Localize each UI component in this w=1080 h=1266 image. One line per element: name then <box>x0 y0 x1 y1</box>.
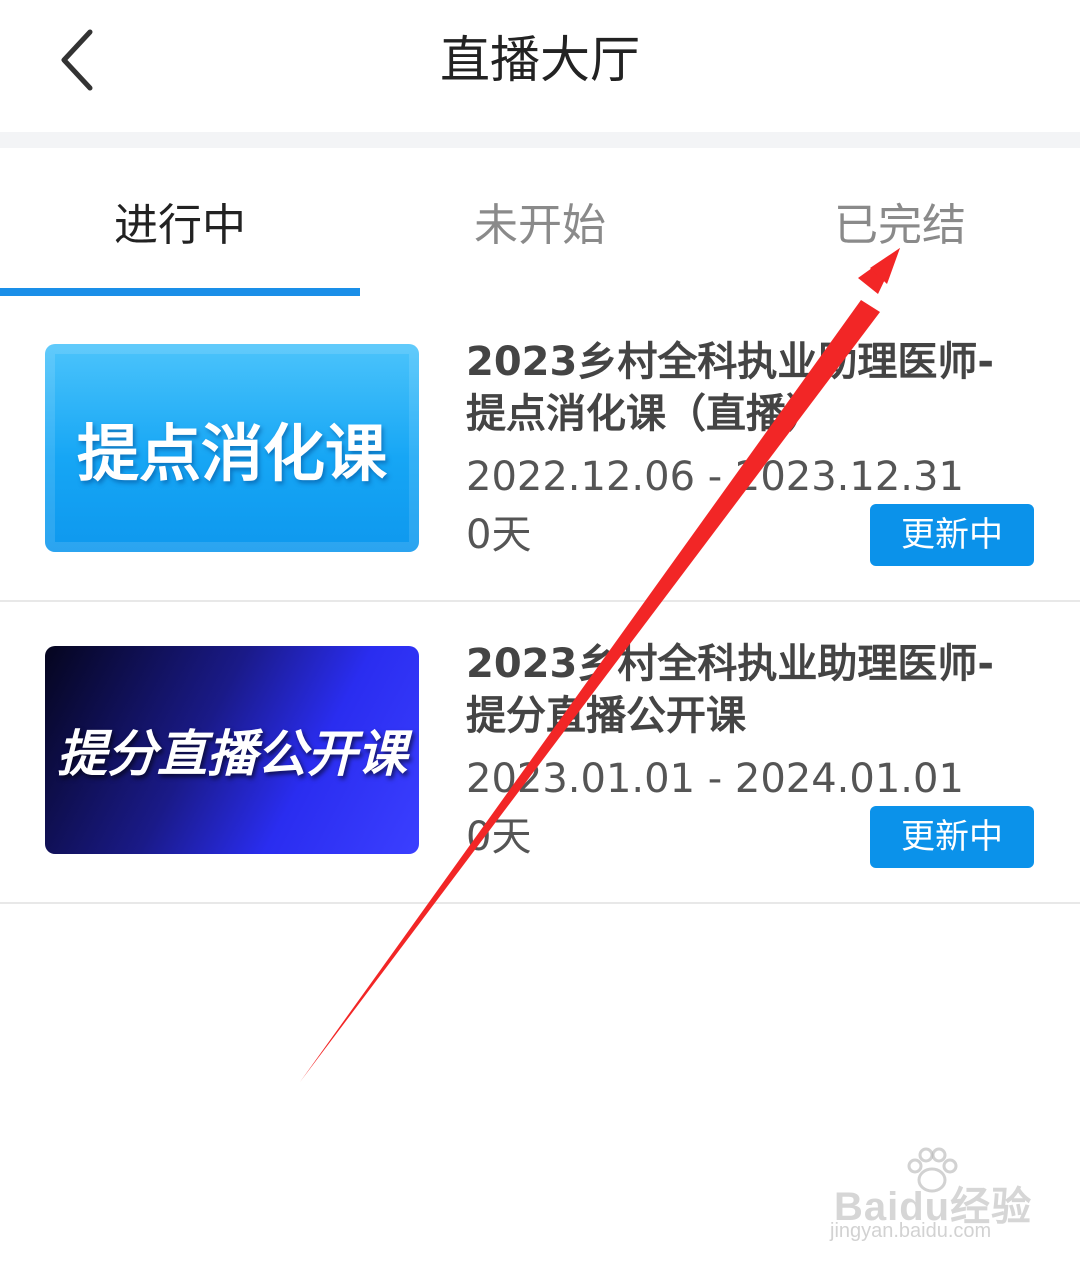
status-badge[interactable]: 更新中 <box>870 806 1034 868</box>
course-days: 0天 <box>466 814 532 860</box>
course-thumbnail: 提点消化课 <box>45 344 419 552</box>
page-title: 直播大厅 <box>440 31 640 89</box>
tab-finished[interactable]: 已完结 <box>720 196 1080 256</box>
header-divider <box>0 132 1080 148</box>
status-badge[interactable]: 更新中 <box>870 504 1034 566</box>
course-days: 0天 <box>466 512 532 558</box>
thumbnail-caption: 提分直播公开课 <box>57 725 407 783</box>
watermark-url: jingyan.baidu.com <box>830 1220 992 1242</box>
course-dates: 2022.12.06 - 2023.12.31 <box>466 454 964 500</box>
top-bar: 直播大厅 <box>0 0 1080 132</box>
watermark: Baidu经验 jingyan.baidu.com <box>826 1144 1046 1244</box>
thumbnail-caption: 提点消化课 <box>76 417 387 490</box>
course-title: 2023乡村全科执业助理医师-提点消化课（直播） <box>466 339 994 437</box>
tab-not-started[interactable]: 未开始 <box>360 196 720 256</box>
course-item[interactable]: 提分直播公开课 2023乡村全科执业助理医师-提分直播公开课 2023.01.0… <box>0 602 1080 904</box>
course-thumbnail: 提分直播公开课 <box>45 646 419 854</box>
course-title: 2023乡村全科执业助理医师-提分直播公开课 <box>466 641 994 739</box>
course-dates: 2023.01.01 - 2024.01.01 <box>466 756 964 802</box>
course-item[interactable]: 提点消化课 2023乡村全科执业助理医师-提点消化课（直播） 2022.12.0… <box>0 300 1080 602</box>
active-tab-indicator <box>0 288 360 296</box>
tab-bar: 进行中 未开始 已完结 <box>0 148 1080 298</box>
tab-in-progress[interactable]: 进行中 <box>0 196 360 256</box>
